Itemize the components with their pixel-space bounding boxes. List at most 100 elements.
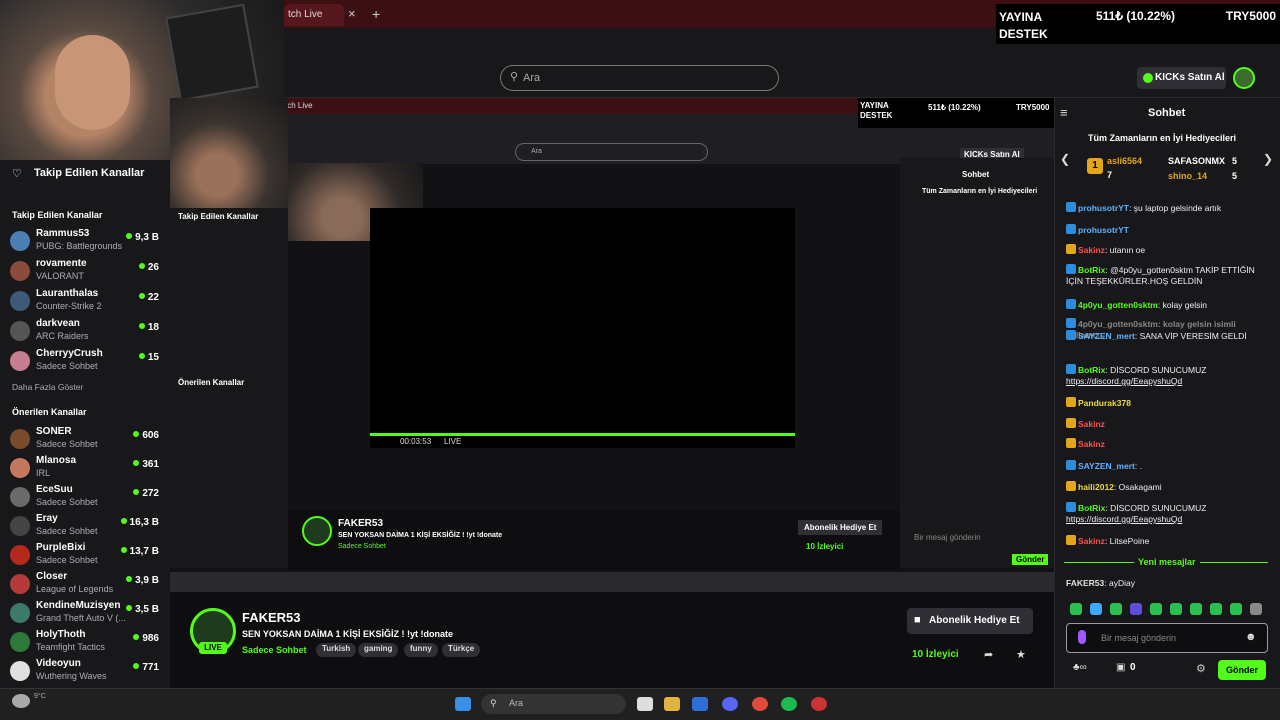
chat-text: Osakagami [1118,482,1162,492]
nested-chat-title: Sohbet [962,170,990,179]
chat-link[interactable]: https://discord.gg/EeapyshuQd [1066,514,1182,524]
nested-webcam [170,98,288,208]
channel-item[interactable]: Lauranthalas Counter-Strike 2 22 [10,288,165,318]
app-icon[interactable] [811,697,827,711]
tag[interactable]: gaming [358,643,399,657]
weather-icon[interactable] [12,694,30,708]
chat-username[interactable]: Pandurak378 [1078,398,1131,408]
tag[interactable]: funny [404,643,438,657]
stream-category[interactable]: Sadece Sohbet [242,645,307,655]
user-avatar[interactable] [1233,67,1255,89]
viewer-count: 272 [133,488,159,499]
badge-icon [1066,460,1076,470]
chat-username[interactable]: BotRix [1078,365,1105,375]
channel-game: Wuthering Waves [36,671,107,681]
channel-avatar [10,661,30,681]
send-button[interactable]: Gönder [1218,660,1266,680]
channel-item[interactable]: Rammus53 PUBG: Battlegrounds 9,3 B [10,228,165,258]
windows-start-icon[interactable] [455,697,471,711]
search-input[interactable]: Ara [500,65,779,91]
chat-username[interactable]: SAYZEN_mert [1078,461,1135,471]
chat-username[interactable]: 4p0yu_gotten0sktm [1078,300,1158,310]
points-count: 0 [1130,662,1136,673]
channel-item[interactable]: Videoyun Wuthering Waves 771 [10,658,165,688]
discord-icon[interactable] [722,697,738,711]
channel-name: PurpleBixi [36,542,86,553]
task-view-icon[interactable] [637,697,653,711]
channel-avatar [10,603,30,623]
channel-item[interactable]: Mlanosa IRL 361 [10,455,165,485]
viewer-count: 9,3 B [126,232,159,243]
chevron-right-icon[interactable]: ❯ [1263,152,1273,166]
chevron-left-icon[interactable]: ❮ [1060,152,1070,166]
chat-link[interactable]: https://discord.gg/EeapyshuQd [1066,376,1182,386]
show-more-link[interactable]: Daha Fazla Göster [12,382,83,392]
chat-text: LitsePoine [1109,536,1150,546]
taskbar-search[interactable]: Ara [481,694,626,714]
viewer-count: 771 [133,662,159,673]
viewer-count: 18 [139,322,159,333]
chat-text: şu laptop gelsinde artık [1133,203,1222,213]
tag[interactable]: Turkish [316,643,357,657]
new-messages-label: Yeni mesajlar [1134,557,1200,567]
heart-icon[interactable]: ♡ [12,167,22,180]
stream-title: SEN YOKSAN DAİMA 1 KİŞİ EKSİĞİZ ! !yt !d… [242,629,454,639]
loyalty-icon[interactable]: ♣∞ [1073,662,1087,673]
nested-category: Sadece Sohbet [338,543,386,550]
new-tab-icon[interactable]: + [372,6,380,22]
chat-username[interactable]: Sakinz [1078,536,1105,546]
collapse-chat-icon[interactable]: ≡ [1060,105,1068,120]
channel-item[interactable]: HolyThoth Teamfight Tactics 986 [10,629,165,659]
emote-bar[interactable] [1066,603,1270,617]
browser-tab[interactable]: tch Live [284,4,344,26]
mic-icon[interactable] [1078,630,1086,644]
gifter-name[interactable]: shino_14 [1168,171,1207,181]
spotify-icon[interactable] [781,697,797,711]
badge-icon [1066,397,1076,407]
channel-game: Sadece Sohbet [36,497,98,507]
streamer-name[interactable]: FAKER53 [242,610,301,625]
tag[interactable]: Türkçe [442,643,481,657]
file-explorer-icon[interactable] [664,697,680,711]
channel-item[interactable]: SONER Sadece Sohbet 606 [10,426,165,456]
chat-message: prohusotrYT [1066,224,1266,236]
badge-icon [1066,224,1076,234]
chat-username[interactable]: haili2012 [1078,482,1114,492]
channel-item[interactable]: CherryyCrush Sadece Sohbet 15 [10,348,165,378]
chat-text: kolay gelsin [1162,300,1207,310]
weather-temp: 9°C [34,693,46,700]
channel-item[interactable]: darkvean ARC Raiders 18 [10,318,165,348]
channel-item[interactable]: rovamente VALORANT 26 [10,258,165,288]
chat-username[interactable]: SAYZEN_mert [1078,331,1135,341]
chat-message: haili2012: Osakagami [1066,481,1266,493]
chat-input[interactable]: Bir mesaj gönderin [1066,623,1268,653]
follow-icon[interactable]: ★ [1016,648,1026,661]
gifter-name[interactable]: SAFASONMX [1168,156,1225,166]
store-icon[interactable] [692,697,708,711]
gifter-name[interactable]: asli6564 [1107,156,1142,166]
emoji-icon[interactable]: ☻ [1245,631,1257,643]
share-icon[interactable]: ➦ [984,648,993,661]
chat-username[interactable]: Sakinz [1078,419,1105,429]
channel-item[interactable]: Closer League of Legends 3,9 B [10,571,165,601]
chat-username[interactable]: BotRix [1078,503,1105,513]
channel-item[interactable]: EceSuu Sadece Sohbet 272 [10,484,165,514]
chat-username[interactable]: Sakinz [1078,245,1105,255]
channel-item[interactable]: PurpleBixi Sadece Sohbet 13,7 B [10,542,165,572]
chat-message: BotRix: @4p0yu_gotten0sktm TAKİP ETTİĞİN… [1066,264,1255,286]
channel-item[interactable]: Eray Sadece Sohbet 16,3 B [10,513,165,543]
gifter-count: 5 [1232,156,1238,166]
chat-username[interactable]: prohusotrYT [1078,225,1129,235]
channel-avatar [10,632,30,652]
gift-subscription-button[interactable]: Abonelik Hediye Et [907,608,1033,634]
gear-icon[interactable]: ⚙ [1196,662,1206,675]
chat-username[interactable]: BotRix [1078,265,1105,275]
nested-ticker-goal: TRY5000 [1016,103,1050,112]
chat-username[interactable]: prohusotrYT [1078,203,1129,213]
chat-username[interactable]: Sakinz [1078,439,1105,449]
streamer-face [55,35,130,130]
close-tab-icon[interactable]: × [348,6,356,21]
chrome-icon[interactable] [752,697,768,711]
badge-icon [1066,364,1076,374]
channel-item[interactable]: KendineMuzisyen Grand Theft Auto V (... 3,… [10,600,165,630]
